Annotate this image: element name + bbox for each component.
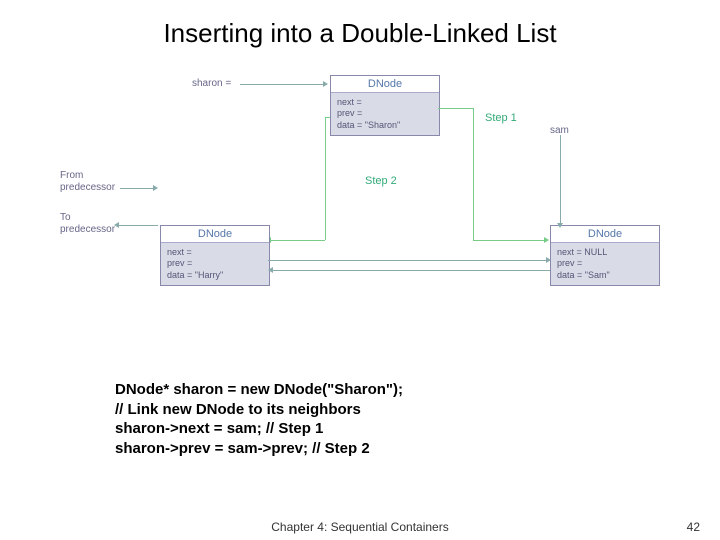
sharon-node: DNode next = prev = data = "Sharon"	[330, 75, 440, 136]
diagram: sharon = DNode next = prev = data = "Sha…	[60, 70, 670, 350]
step1-seg1	[438, 108, 473, 109]
sam-prev-arrowhead	[268, 267, 273, 273]
harry-node-head: DNode	[161, 226, 269, 243]
to-pred-line	[118, 225, 158, 226]
from-pred-arrowhead	[153, 185, 158, 191]
step2-seg2	[270, 240, 325, 241]
sam-pointer-arrowhead	[557, 223, 563, 228]
to-pred-arrowhead	[114, 222, 119, 228]
sharon-arrowhead	[323, 81, 328, 87]
code-block: DNode* sharon = new DNode("Sharon"); // …	[115, 380, 403, 458]
step2-label: Step 2	[365, 175, 397, 187]
sam-node: DNode next = NULL prev = data = "Sam"	[550, 225, 660, 286]
harry-node: DNode next = prev = data = "Harry"	[160, 225, 270, 286]
step1-label: Step 1	[485, 112, 517, 124]
step2-seg1	[325, 117, 326, 240]
slide-title: Inserting into a Double-Linked List	[0, 18, 720, 49]
step1-seg3	[473, 240, 546, 241]
from-pred-line	[120, 188, 155, 189]
sam-node-head: DNode	[551, 226, 659, 243]
from-predecessor-label: From predecessor	[60, 170, 115, 194]
sam-pointer-line	[560, 135, 561, 225]
harry-node-fields: next = prev = data = "Harry"	[161, 243, 269, 285]
sharon-pointer	[240, 84, 325, 85]
sam-node-fields: next = NULL prev = data = "Sam"	[551, 243, 659, 285]
sam-prev-line	[272, 270, 550, 271]
harry-next-arrowhead	[546, 257, 551, 263]
page-number: 42	[687, 520, 700, 534]
sharon-node-head: DNode	[331, 76, 439, 93]
footer-chapter: Chapter 4: Sequential Containers	[0, 520, 720, 534]
harry-next-line	[268, 260, 548, 261]
step1-arrowhead	[544, 237, 549, 243]
step1-seg2	[473, 108, 474, 240]
sharon-label: sharon =	[192, 78, 231, 90]
sharon-node-fields: next = prev = data = "Sharon"	[331, 93, 439, 135]
step2-seg0	[325, 117, 330, 118]
to-predecessor-label: To predecessor	[60, 212, 115, 236]
